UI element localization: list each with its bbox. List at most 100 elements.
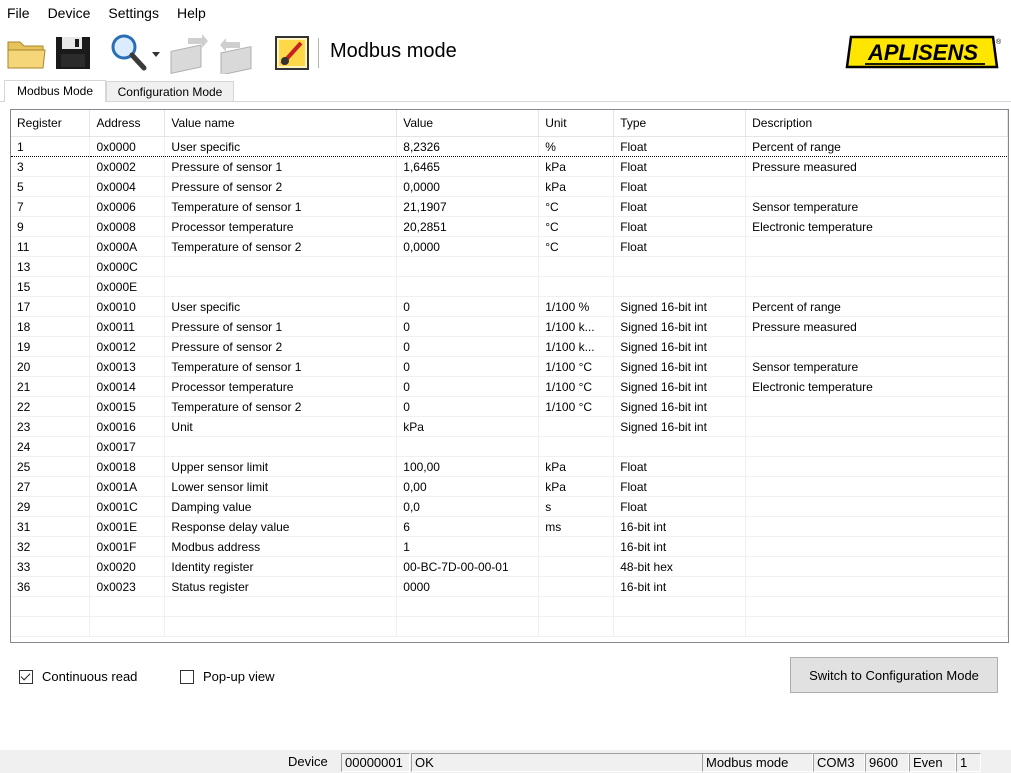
tab-modbus-mode[interactable]: Modbus Mode — [4, 80, 106, 102]
cell-type — [613, 596, 747, 617]
cell-value: 0 — [396, 336, 540, 357]
cell-value-name — [164, 256, 398, 277]
cell-register: 7 — [11, 196, 91, 217]
cell-unit: kPa — [538, 476, 615, 497]
column-header-type[interactable]: Type — [613, 110, 747, 137]
column-header-value-name[interactable]: Value name — [164, 110, 398, 137]
toolbar-separator — [318, 38, 319, 68]
tab-configuration-mode[interactable]: Configuration Mode — [106, 81, 234, 102]
cell-register: 24 — [11, 436, 91, 457]
table-row[interactable]: 27 0x001A Lower sensor limit 0,00 kPa Float — [11, 476, 1008, 497]
switch-to-configuration-button[interactable]: Switch to Configuration Mode — [790, 657, 998, 693]
cell-address: 0x0011 — [89, 316, 166, 337]
table-row[interactable]: 17 0x0010 User specific 0 1/100 % Signed 16-b… — [11, 296, 1008, 317]
cell-address: 0x001E — [89, 516, 166, 537]
cell-address: 0x000E — [89, 276, 166, 297]
column-header-address[interactable]: Address — [89, 110, 166, 137]
table-row[interactable]: 11 0x000A Temperature of sensor 2 0,0000 °C F… — [11, 236, 1008, 257]
table-row[interactable]: 22 0x0015 Temperature of sensor 2 0 1/100 °C… — [11, 396, 1008, 417]
table-row[interactable]: 23 0x0016 Unit kPa Signed 16-bit int — [11, 416, 1008, 437]
table-row[interactable]: 29 0x001C Damping value 0,0 s Float — [11, 496, 1008, 517]
table-row[interactable]: 3 0x0002 Pressure of sensor 1 1,6465 kPa Floa… — [11, 156, 1008, 177]
table-row[interactable]: 20 0x0013 Temperature of sensor 1 0 1/100 °C… — [11, 356, 1008, 377]
cell-unit: °C — [538, 236, 615, 257]
cell-description: Sensor temperature — [745, 196, 1008, 217]
cell-unit: kPa — [538, 176, 615, 197]
cell-unit — [538, 576, 615, 597]
checkbox-box-checked[interactable] — [19, 669, 33, 684]
cell-value: 1,6465 — [396, 156, 540, 177]
table-row[interactable]: 36 0x0023 Status register 0000 16-bit int — [11, 576, 1008, 597]
popup-view-checkbox[interactable]: Pop-up view — [180, 669, 275, 684]
cell-value-name: Processor temperature — [164, 376, 398, 397]
cell-value-name: Unit — [164, 416, 398, 437]
cell-value-name: Damping value — [164, 496, 398, 517]
cell-address: 0x001C — [89, 496, 166, 517]
table-row[interactable]: 31 0x001E Response delay value 6 ms 16-bit in… — [11, 516, 1008, 537]
cell-value — [396, 276, 540, 297]
open-folder-icon[interactable] — [5, 32, 47, 72]
search-icon[interactable] — [108, 32, 148, 72]
table-row[interactable]: 24 0x0017 — [11, 436, 1008, 457]
cell-unit — [538, 596, 615, 617]
cell-description: Electronic temperature — [745, 376, 1008, 397]
cell-register: 33 — [11, 556, 91, 577]
menu-help[interactable]: Help — [168, 3, 215, 23]
cell-value — [396, 256, 540, 277]
cell-unit — [538, 556, 615, 577]
device-settings-icon[interactable] — [273, 34, 313, 72]
cell-unit: °C — [538, 216, 615, 237]
continuous-read-checkbox[interactable]: Continuous read — [19, 669, 137, 684]
menu-file[interactable]: File — [0, 3, 39, 23]
status-mode: Modbus mode — [702, 753, 813, 772]
cell-description: Electronic temperature — [745, 216, 1008, 237]
table-row[interactable]: 18 0x0011 Pressure of sensor 1 0 1/100 k... S… — [11, 316, 1008, 337]
cell-unit: 1/100 °C — [538, 396, 615, 417]
table-row[interactable]: 25 0x0018 Upper sensor limit 100,00 kPa Float — [11, 456, 1008, 477]
table-row[interactable] — [11, 596, 1008, 617]
cell-description: Sensor temperature — [745, 356, 1008, 377]
cell-value-name: Temperature of sensor 1 — [164, 196, 398, 217]
table-row[interactable]: 19 0x0012 Pressure of sensor 2 0 1/100 k... S… — [11, 336, 1008, 357]
column-header-description[interactable]: Description — [745, 110, 1008, 137]
column-header-register[interactable]: Register — [11, 110, 91, 137]
column-header-value[interactable]: Value — [396, 110, 540, 137]
cell-value: 0 — [396, 296, 540, 317]
cell-address: 0x000C — [89, 256, 166, 277]
menu-settings[interactable]: Settings — [99, 3, 168, 23]
cell-value-name — [164, 436, 398, 457]
table-row[interactable]: 13 0x000C — [11, 256, 1008, 277]
cell-type: 16-bit int — [613, 576, 747, 597]
cell-register: 22 — [11, 396, 91, 417]
table-row[interactable]: 15 0x000E — [11, 276, 1008, 297]
cell-description — [745, 336, 1008, 357]
menu-device[interactable]: Device — [39, 3, 100, 23]
cell-register: 27 — [11, 476, 91, 497]
cell-description — [745, 456, 1008, 477]
cell-register: 15 — [11, 276, 91, 297]
cell-value-name: User specific — [164, 296, 398, 317]
cell-type: Signed 16-bit int — [613, 316, 747, 337]
table-row[interactable]: 9 0x0008 Processor temperature 20,2851 °C Flo… — [11, 216, 1008, 237]
status-baud: 9600 — [865, 753, 909, 772]
dropdown-arrow-icon[interactable] — [150, 48, 162, 60]
cell-type — [613, 256, 747, 277]
table-row[interactable]: 32 0x001F Modbus address 1 16-bit int — [11, 536, 1008, 557]
column-header-unit[interactable]: Unit — [538, 110, 615, 137]
cell-value — [396, 436, 540, 457]
cell-register: 1 — [11, 136, 91, 157]
cell-value: 0,0000 — [396, 236, 540, 257]
cell-register: 9 — [11, 216, 91, 237]
table-row[interactable] — [11, 616, 1008, 637]
table-row[interactable]: 21 0x0014 Processor temperature 0 1/100 °C Si… — [11, 376, 1008, 397]
table-row[interactable]: 7 0x0006 Temperature of sensor 1 21,1907 °C F… — [11, 196, 1008, 217]
table-row[interactable]: 1 0x0000 User specific 8,2326% Float Percent … — [11, 136, 1008, 157]
cell-unit: 1/100 °C — [538, 376, 615, 397]
save-icon[interactable] — [53, 34, 93, 72]
checkbox-box-unchecked[interactable] — [180, 669, 194, 684]
cell-register: 29 — [11, 496, 91, 517]
cell-register: 20 — [11, 356, 91, 377]
table-row[interactable]: 33 0x0020 Identity register 00-BC-7D-00-00-… — [11, 556, 1008, 577]
register-table[interactable]: Register Address Value name Value Unit T… — [10, 109, 1009, 643]
table-row[interactable]: 5 0x0004 Pressure of sensor 2 0,0000 kPa Floa… — [11, 176, 1008, 197]
